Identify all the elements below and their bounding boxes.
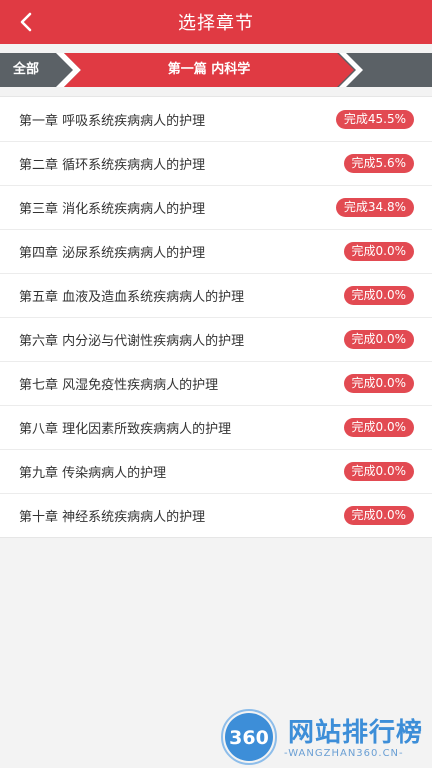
chapter-label: 第六章 内分泌与代谢性疾病病人的护理 bbox=[19, 333, 245, 349]
watermark-subtitle: -WANGZHAN360.CN- bbox=[284, 748, 404, 759]
breadcrumb-all[interactable]: 全部 bbox=[13, 53, 39, 87]
chapter-label: 第七章 风湿免疫性疾病病人的护理 bbox=[19, 377, 219, 393]
chapter-label: 第十章 神经系统疾病病人的护理 bbox=[19, 509, 206, 525]
list-item[interactable]: 第八章 理化因素所致疾病病人的护理 完成0.0% bbox=[0, 405, 432, 449]
list-item[interactable]: 第一章 呼吸系统疾病病人的护理 完成45.5% bbox=[0, 97, 432, 141]
watermark-logo-icon: 360 bbox=[221, 709, 277, 765]
status-badge: 完成0.0% bbox=[343, 505, 414, 525]
chapter-label: 第九章 传染病病人的护理 bbox=[19, 465, 167, 481]
watermark-title: 网站排行榜 bbox=[288, 718, 424, 748]
list-item[interactable]: 第三章 消化系统疾病病人的护理 完成34.8% bbox=[0, 185, 432, 229]
status-badge: 完成0.0% bbox=[343, 461, 414, 481]
app-header: 选择章节 bbox=[0, 0, 432, 44]
list-item[interactable]: 第七章 风湿免疫性疾病病人的护理 完成0.0% bbox=[0, 361, 432, 405]
status-badge: 完成5.6% bbox=[343, 153, 414, 173]
status-badge: 完成0.0% bbox=[343, 329, 414, 349]
chapter-label: 第二章 循环系统疾病病人的护理 bbox=[19, 157, 206, 173]
chapter-label: 第一章 呼吸系统疾病病人的护理 bbox=[19, 113, 206, 129]
list-item[interactable]: 第五章 血液及造血系统疾病病人的护理 完成0.0% bbox=[0, 273, 432, 317]
status-badge: 完成0.0% bbox=[343, 417, 414, 437]
list-item[interactable]: 第九章 传染病病人的护理 完成0.0% bbox=[0, 449, 432, 493]
list-item[interactable]: 第六章 内分泌与代谢性疾病病人的护理 完成0.0% bbox=[0, 317, 432, 361]
chapter-label: 第八章 理化因素所致疾病病人的护理 bbox=[19, 421, 232, 437]
status-badge: 完成0.0% bbox=[343, 285, 414, 305]
list-item[interactable]: 第二章 循环系统疾病病人的护理 完成5.6% bbox=[0, 141, 432, 185]
back-button[interactable] bbox=[14, 10, 38, 34]
breadcrumb-current[interactable]: 第一篇 内科学 bbox=[64, 53, 354, 87]
chapter-list: 第一章 呼吸系统疾病病人的护理 完成45.5% 第二章 循环系统疾病病人的护理 … bbox=[0, 96, 432, 538]
status-badge: 完成45.5% bbox=[335, 109, 414, 129]
status-badge: 完成34.8% bbox=[335, 197, 414, 217]
chapter-label: 第五章 血液及造血系统疾病病人的护理 bbox=[19, 289, 245, 305]
status-badge: 完成0.0% bbox=[343, 373, 414, 393]
watermark: 360 网站排行榜 -WANGZHAN360.CN- bbox=[218, 700, 432, 768]
breadcrumb: 全部 第一篇 内科学 bbox=[0, 53, 432, 87]
list-item[interactable]: 第十章 神经系统疾病病人的护理 完成0.0% bbox=[0, 493, 432, 537]
status-badge: 完成0.0% bbox=[343, 241, 414, 261]
watermark-logo-text: 360 bbox=[229, 727, 269, 749]
chapter-label: 第四章 泌尿系统疾病病人的护理 bbox=[19, 245, 206, 261]
chevron-left-icon bbox=[20, 12, 32, 32]
chapter-label: 第三章 消化系统疾病病人的护理 bbox=[19, 201, 206, 217]
page-title: 选择章节 bbox=[178, 13, 254, 34]
list-item[interactable]: 第四章 泌尿系统疾病病人的护理 完成0.0% bbox=[0, 229, 432, 273]
